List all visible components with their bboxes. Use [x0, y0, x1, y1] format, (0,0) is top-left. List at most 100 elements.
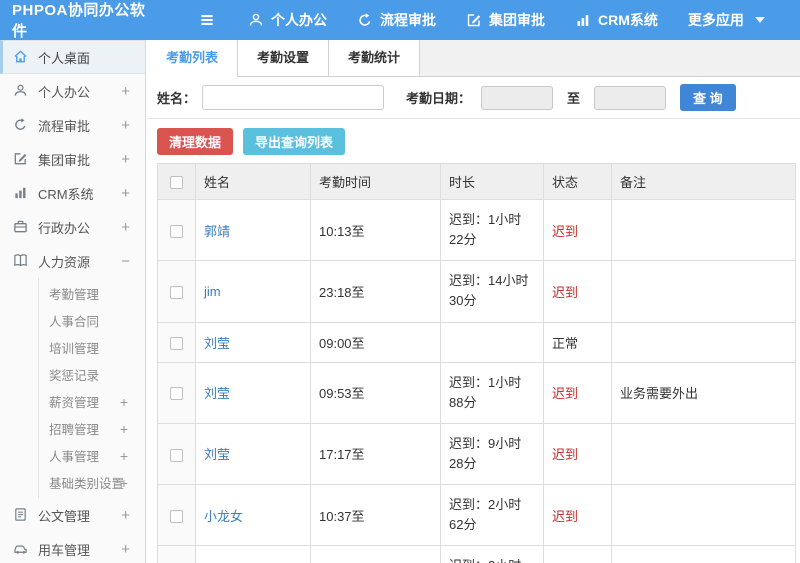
- sidebar-item-human-resources[interactable]: 人力资源 −: [0, 244, 145, 278]
- employee-name-link[interactable]: 小龙女: [204, 509, 243, 524]
- employee-name-link[interactable]: 刘莹: [204, 447, 230, 462]
- to-label: 至: [567, 91, 581, 106]
- expand-toggle[interactable]: +: [121, 185, 130, 202]
- expand-toggle[interactable]: +: [121, 507, 130, 524]
- table-row: 刘莹 17:17至 迟到：9小时28分 迟到: [157, 422, 796, 486]
- expand-toggle[interactable]: +: [120, 448, 128, 464]
- sidebar-item-workflow-approval[interactable]: 流程审批 +: [0, 108, 145, 142]
- nav-crm-system[interactable]: CRM系统: [575, 10, 658, 30]
- col-header-note: 备注: [611, 163, 796, 200]
- row-checkbox[interactable]: [170, 387, 183, 401]
- tab-attendance-list[interactable]: 考勤列表: [147, 40, 238, 77]
- nav-personal-office[interactable]: 个人办公: [248, 10, 327, 30]
- attendance-date-label: 考勤日期：: [406, 91, 472, 106]
- sidebar-subitem-label: 薪资管理: [49, 396, 100, 410]
- table-row: jim 23:18至 迟到：14小时30分 迟到: [157, 260, 796, 323]
- attendance-time-cell: 17:17至: [310, 422, 441, 486]
- sidebar-subitem-label: 人事管理: [49, 450, 100, 464]
- expand-toggle[interactable]: +: [120, 421, 128, 437]
- sidebar-subitem-recruitment-management[interactable]: 招聘管理 +: [39, 415, 145, 442]
- col-header-duration: 时长: [440, 163, 544, 200]
- duration-line: 迟到：2小时90分: [449, 556, 535, 563]
- sidebar-subitem-hr-contract[interactable]: 人事合同: [39, 307, 145, 334]
- nav-more-apps[interactable]: 更多应用: [688, 10, 765, 30]
- expand-toggle[interactable]: +: [120, 475, 128, 491]
- sidebar-item-group-approval[interactable]: 集团审批 +: [0, 142, 145, 176]
- status-badge: 迟到: [552, 508, 579, 524]
- table-row: 管理员 10:54至10:54 迟到：2小时90分早退：7小时10分 迟到/早退…: [157, 545, 796, 563]
- row-checkbox[interactable]: [170, 448, 183, 462]
- sidebar-subitem-label: 考勤管理: [49, 288, 100, 302]
- expand-toggle[interactable]: +: [121, 117, 130, 134]
- sidebar-item-crm-system[interactable]: CRM系统 +: [0, 176, 145, 210]
- duration-line: 迟到：1小时88分: [449, 374, 522, 410]
- employee-name-link[interactable]: 郭靖: [204, 224, 230, 239]
- search-button[interactable]: 查 询: [680, 84, 736, 111]
- expand-toggle[interactable]: +: [121, 151, 130, 168]
- duration-cell: [440, 321, 544, 363]
- tab-attendance-statistics[interactable]: 考勤统计: [329, 40, 420, 76]
- attendance-time-cell: 09:00至: [310, 321, 441, 363]
- note-cell: [611, 260, 796, 323]
- sidebar-subitem-attendance-management[interactable]: 考勤管理: [39, 280, 145, 307]
- nav-label: 个人办公: [271, 12, 327, 28]
- row-checkbox[interactable]: [170, 509, 183, 523]
- attendance-time-cell: 10:54至10:54: [310, 545, 441, 563]
- name-input[interactable]: [202, 85, 385, 110]
- select-all-checkbox[interactable]: [170, 176, 183, 190]
- status-cell: 迟到: [543, 260, 612, 323]
- tab-attendance-settings[interactable]: 考勤设置: [238, 40, 329, 76]
- row-checkbox[interactable]: [170, 336, 183, 350]
- status-badge: 迟到: [552, 386, 579, 402]
- expand-toggle[interactable]: +: [121, 219, 130, 236]
- sidebar-item-label: 行政办公: [38, 220, 91, 236]
- row-checkbox[interactable]: [170, 224, 183, 238]
- page: { "colors": { "header_blue": "#4a9be8", …: [0, 0, 800, 563]
- date-from-input[interactable]: [481, 85, 554, 110]
- nav-label: 集团审批: [489, 12, 545, 28]
- col-header-time: 考勤时间: [310, 163, 441, 200]
- sidebar-subitem-salary-management[interactable]: 薪资管理 +: [39, 388, 145, 415]
- table-row: 小龙女 10:37至 迟到：2小时62分 迟到: [157, 484, 796, 547]
- sidebar-item-personal-desktop[interactable]: 个人桌面: [0, 40, 145, 74]
- expand-toggle[interactable]: +: [121, 541, 130, 558]
- process-icon: [357, 12, 373, 28]
- sidebar-subitem-personnel-management[interactable]: 人事管理 +: [39, 442, 145, 469]
- status-cell: 迟到: [543, 198, 612, 262]
- date-to-input[interactable]: [594, 85, 667, 110]
- sidebar-subitem-label: 培训管理: [49, 342, 100, 356]
- note-cell: [611, 422, 796, 486]
- status-badge: 迟到: [552, 447, 579, 463]
- clean-data-button[interactable]: 清理数据: [157, 128, 234, 155]
- sidebar-item-label: 流程审批: [38, 118, 91, 134]
- export-list-button[interactable]: 导出查询列表: [243, 128, 346, 155]
- menu-toggle-icon[interactable]: [198, 10, 218, 30]
- car-icon: [13, 541, 29, 557]
- sidebar-subitem-training-management[interactable]: 培训管理: [39, 334, 145, 361]
- nav-workflow-approval[interactable]: 流程审批: [357, 10, 436, 30]
- attendance-time-cell: 10:13至: [310, 198, 441, 262]
- book-icon: [13, 253, 29, 269]
- status-cell: 迟到: [543, 422, 612, 486]
- sidebar: 个人桌面 个人办公 + 流程审批 + 集团审批 + CRM系统 + 行政办公 +…: [0, 40, 146, 563]
- duration-cell: 迟到：2小时62分: [440, 484, 544, 547]
- sidebar-subitem-label: 基础类别设置: [49, 477, 125, 491]
- employee-name-link[interactable]: jim: [204, 284, 221, 299]
- employee-name-link[interactable]: 刘莹: [204, 386, 230, 401]
- nav-group-approval[interactable]: 集团审批: [466, 10, 545, 30]
- sidebar-item-official-documents[interactable]: 公文管理 +: [0, 498, 145, 532]
- edit-icon: [466, 12, 482, 28]
- sidebar-subitem-reward-punishment[interactable]: 奖惩记录: [39, 361, 145, 388]
- sidebar-item-admin-office[interactable]: 行政办公 +: [0, 210, 145, 244]
- expand-toggle[interactable]: +: [120, 394, 128, 410]
- duration-line: 迟到：2小时62分: [449, 497, 522, 533]
- document-icon: [13, 507, 29, 523]
- row-checkbox[interactable]: [170, 285, 183, 299]
- expand-toggle[interactable]: +: [121, 83, 130, 100]
- collapse-toggle[interactable]: −: [121, 253, 130, 270]
- sidebar-item-personal-office[interactable]: 个人办公 +: [0, 74, 145, 108]
- chart-icon: [575, 12, 591, 28]
- employee-name-link[interactable]: 刘莹: [204, 336, 230, 351]
- sidebar-subitem-base-category-settings[interactable]: 基础类别设置 +: [39, 469, 145, 496]
- sidebar-item-vehicle-management[interactable]: 用车管理 +: [0, 532, 145, 563]
